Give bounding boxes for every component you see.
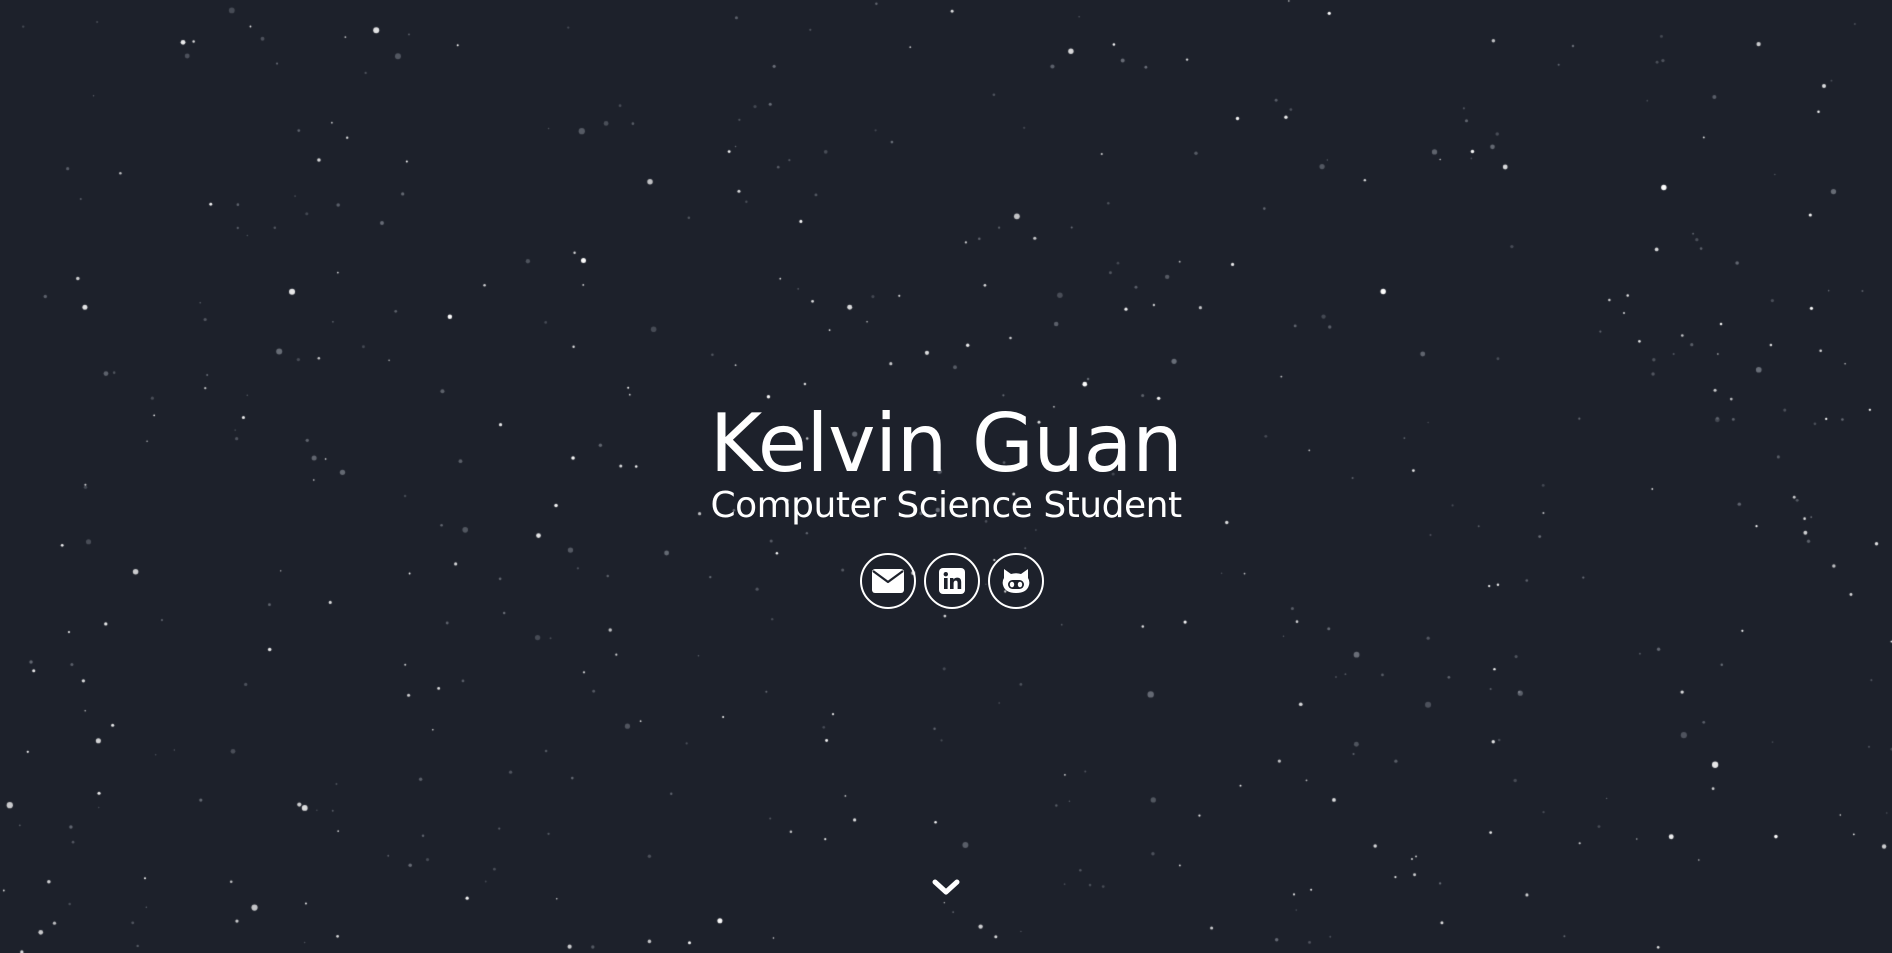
email-button[interactable] — [860, 553, 916, 609]
github-button[interactable] — [988, 553, 1044, 609]
linkedin-button[interactable] — [924, 553, 980, 609]
social-links — [860, 553, 1044, 609]
page-title: Kelvin Guan — [709, 397, 1183, 490]
chevron-down-icon — [932, 879, 960, 895]
page-subtitle: Computer Science Student — [710, 485, 1182, 526]
linkedin-icon — [939, 568, 965, 594]
envelope-icon — [872, 569, 904, 593]
github-icon — [1002, 569, 1030, 593]
hero-section: Kelvin Guan Computer Science Student — [0, 0, 1892, 953]
scroll-down-button[interactable] — [930, 874, 962, 902]
